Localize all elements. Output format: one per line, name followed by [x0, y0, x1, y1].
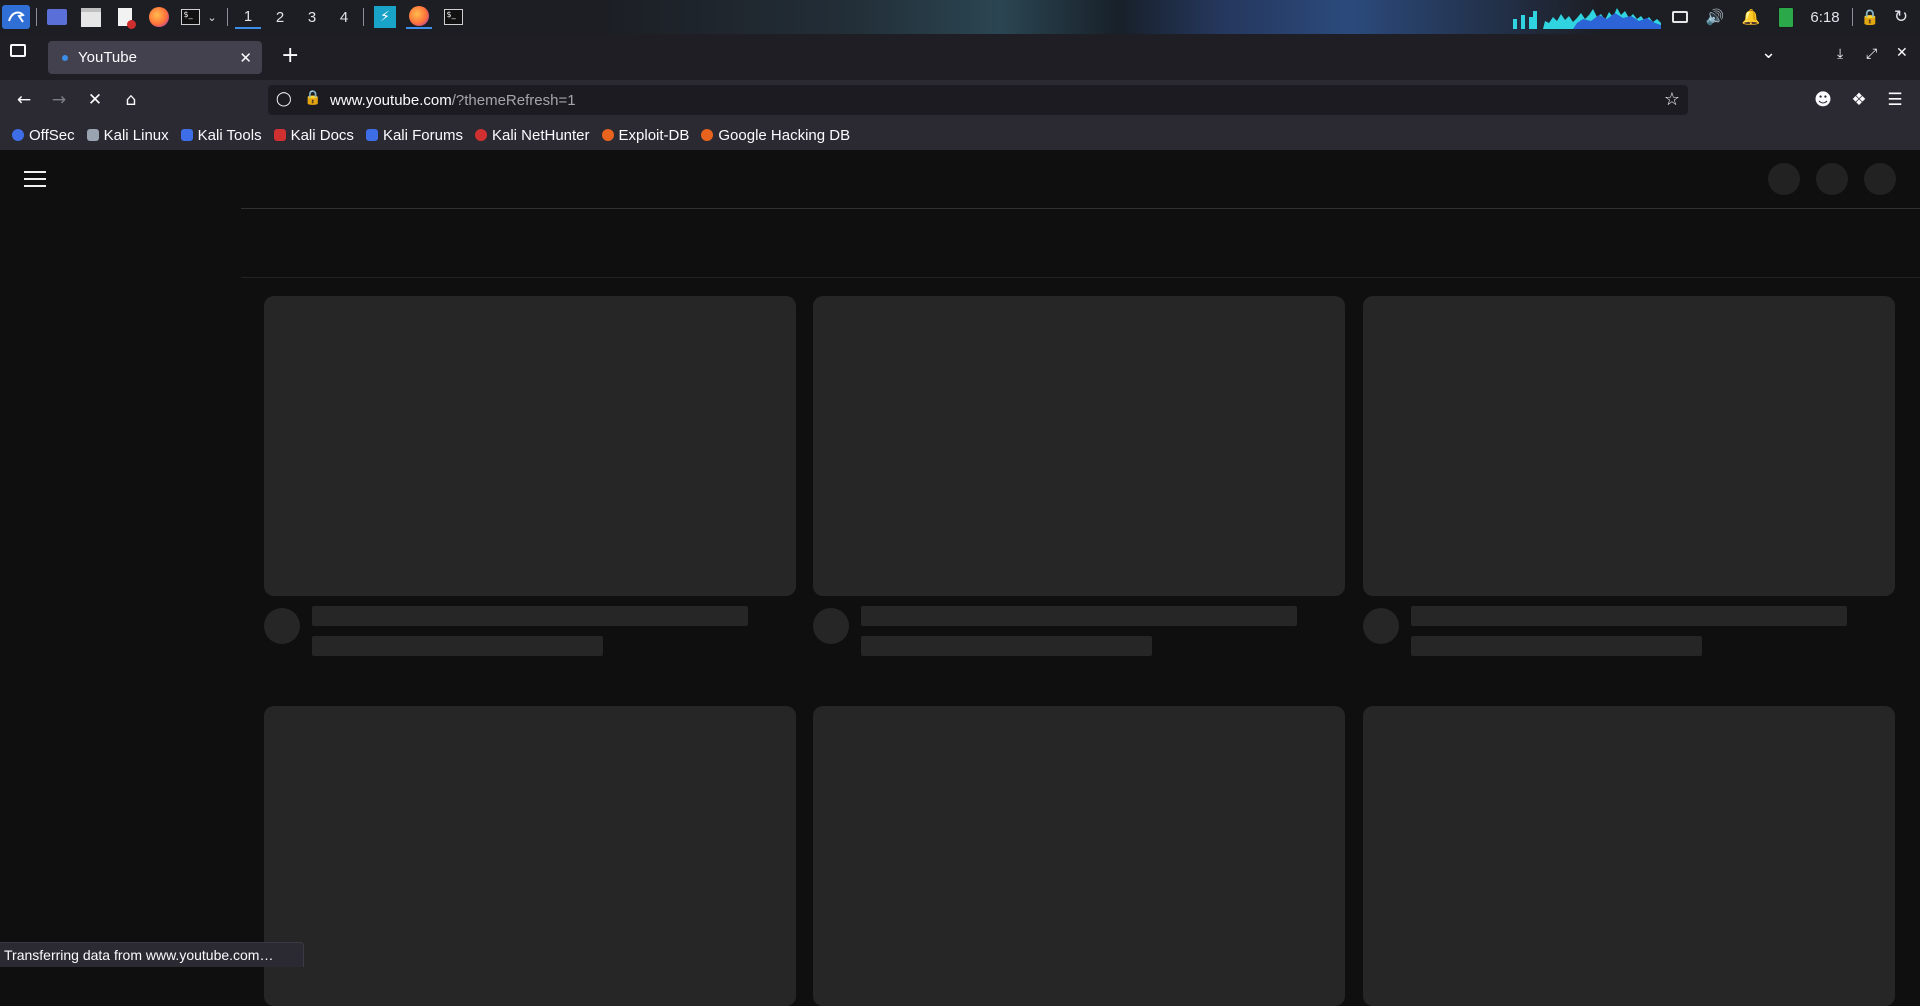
terminal-icon[interactable]: $_ — [178, 5, 202, 29]
close-tab-icon[interactable]: ✕ — [239, 49, 252, 67]
bookmark-kali-tools[interactable]: Kali Tools — [180, 127, 262, 144]
header-placeholder-circle — [1864, 163, 1896, 195]
loading-indicator-icon — [62, 54, 68, 61]
video-card-skeleton — [813, 296, 1345, 656]
tab-overview-icon[interactable] — [10, 44, 26, 57]
video-card-skeleton — [264, 296, 796, 656]
extensions-icon[interactable]: ❖ — [1847, 89, 1871, 111]
notification-bell-icon[interactable]: 🔔 — [1739, 5, 1763, 29]
exploit-db-icon — [601, 129, 614, 141]
desktop-icon[interactable] — [44, 5, 70, 29]
clock[interactable]: 6:18 — [1802, 5, 1848, 29]
terminal-window-icon[interactable]: $_ — [440, 5, 466, 29]
video-card-skeleton — [264, 706, 796, 1006]
lock-icon[interactable]: 🔒 — [1859, 5, 1881, 29]
back-arrow-icon[interactable]: ← — [12, 89, 36, 111]
guide-menu-icon[interactable] — [24, 171, 46, 187]
thumbnail-placeholder — [813, 296, 1345, 596]
offsec-icon — [12, 129, 24, 141]
tab-title: YouTube — [78, 49, 137, 66]
avatar-placeholder — [264, 608, 300, 644]
chevron-down-icon[interactable]: ⌄ — [204, 5, 220, 29]
file-manager-icon[interactable] — [78, 5, 104, 29]
thumbnail-placeholder — [264, 296, 796, 596]
kali-tools-icon — [180, 129, 193, 141]
bookmark-offsec[interactable]: OffSec — [12, 127, 75, 144]
minimize-icon[interactable]: ⤓ — [1837, 46, 1843, 62]
firefox-window-icon[interactable] — [406, 5, 432, 29]
chips-divider — [241, 277, 1920, 278]
new-tab-icon[interactable]: + — [281, 43, 299, 68]
subtitle-placeholder — [312, 636, 603, 656]
workspace-3[interactable]: 3 — [299, 5, 325, 29]
navigation-toolbar: ← → ✕ ⌂ ◯ 🔒 www.youtube.com/?themeRefres… — [0, 80, 1920, 120]
workspace-1[interactable]: 1 — [235, 5, 261, 29]
header-placeholder-circle — [1816, 163, 1848, 195]
bookmark-kali-nethunter[interactable]: Kali NetHunter — [474, 127, 590, 144]
volume-icon[interactable]: 🔊 — [1703, 5, 1727, 29]
video-card-skeleton — [813, 706, 1345, 1006]
header-placeholder-circle — [1768, 163, 1800, 195]
header-divider — [241, 208, 1920, 209]
workspace-2[interactable]: 2 — [267, 5, 293, 29]
kali-dragon-icon — [86, 129, 99, 141]
status-panel: Transferring data from www.youtube.com… — [0, 942, 305, 967]
firefox-icon[interactable] — [146, 5, 172, 29]
ghdb-icon — [701, 129, 714, 141]
workspace-4[interactable]: 4 — [331, 5, 357, 29]
taskbar-separator — [36, 8, 37, 26]
battery-icon[interactable] — [1774, 5, 1798, 29]
subtitle-placeholder — [1411, 636, 1702, 656]
wallpaper-strip — [600, 0, 1600, 34]
close-window-icon[interactable]: ✕ — [1896, 45, 1908, 61]
thumbnail-placeholder — [264, 706, 796, 1006]
bookmarks-toolbar: OffSec Kali Linux Kali Tools Kali Docs K… — [0, 120, 1920, 150]
title-placeholder — [1411, 606, 1847, 626]
text-editor-icon[interactable] — [112, 5, 138, 29]
kali-forums-icon — [365, 129, 378, 141]
display-icon[interactable] — [1668, 5, 1692, 29]
avatar-placeholder — [1363, 608, 1399, 644]
system-taskbar: $_ ⌄ 1 2 3 4 ⚡ $_ 🔊 🔔 6:18 🔒 ↻ — [0, 0, 1920, 34]
url-text[interactable]: www.youtube.com/?themeRefresh=1 — [330, 92, 576, 109]
power-icon[interactable]: ↻ — [1890, 5, 1912, 29]
kali-menu-icon[interactable] — [2, 5, 30, 29]
avatar-placeholder — [813, 608, 849, 644]
title-placeholder — [312, 606, 748, 626]
bookmark-google-hacking-db[interactable]: Google Hacking DB — [701, 127, 850, 144]
bookmark-kali-forums[interactable]: Kali Forums — [365, 127, 463, 144]
youtube-page — [0, 151, 1920, 1006]
bookmark-star-icon[interactable]: ☆ — [1664, 89, 1680, 110]
browser-tab-strip: YouTube ✕ + ⌄ ⤓ ⤢ ✕ — [0, 34, 1920, 80]
nethunter-icon — [474, 129, 487, 141]
padlock-icon[interactable]: 🔒 — [304, 90, 321, 106]
thumbnail-placeholder — [813, 706, 1345, 1006]
taskbar-separator — [227, 8, 228, 26]
status-text: Transferring data from www.youtube.com… — [4, 947, 274, 963]
url-bar[interactable]: ◯ 🔒 www.youtube.com/?themeRefresh=1 ☆ — [268, 85, 1688, 115]
video-card-skeleton — [1363, 296, 1895, 656]
cpu-graph — [1513, 5, 1661, 29]
tracking-shield-icon[interactable]: ◯ — [276, 91, 292, 107]
kali-docs-icon — [273, 129, 286, 141]
forward-arrow-icon[interactable]: → — [47, 89, 71, 111]
account-icon[interactable]: ☻ — [1811, 89, 1835, 111]
app-menu-icon[interactable]: ☰ — [1883, 89, 1907, 111]
video-card-skeleton — [1363, 706, 1895, 1006]
subtitle-placeholder — [861, 636, 1152, 656]
tab-youtube[interactable]: YouTube ✕ — [48, 41, 262, 74]
thumbnail-placeholder — [1363, 706, 1895, 1006]
taskbar-separator — [1852, 8, 1853, 26]
thumbnail-placeholder — [1363, 296, 1895, 596]
list-tabs-icon[interactable]: ⌄ — [1761, 42, 1776, 63]
stop-loading-icon[interactable]: ✕ — [83, 89, 107, 111]
title-placeholder — [861, 606, 1297, 626]
bookmark-kali-docs[interactable]: Kali Docs — [273, 127, 354, 144]
restore-icon[interactable]: ⤢ — [1866, 46, 1877, 62]
taskbar-separator — [363, 8, 364, 26]
power-app-icon[interactable]: ⚡ — [372, 5, 398, 29]
home-icon[interactable]: ⌂ — [119, 89, 143, 111]
bookmark-exploit-db[interactable]: Exploit-DB — [601, 127, 689, 144]
bookmark-kali-linux[interactable]: Kali Linux — [86, 127, 169, 144]
